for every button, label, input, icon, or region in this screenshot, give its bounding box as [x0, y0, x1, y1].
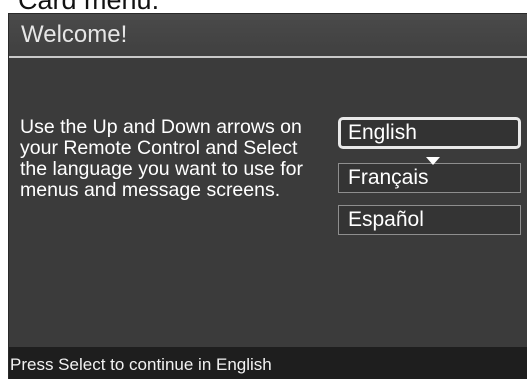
- down-arrow-icon: [426, 157, 440, 165]
- language-option-francais[interactable]: Français: [338, 163, 521, 193]
- welcome-screen: Welcome! Use the Up and Down arrows on y…: [8, 13, 527, 379]
- footer-hint: Press Select to continue in English: [10, 355, 272, 374]
- stage: Card menu. Welcome! Use the Up and Down …: [0, 0, 527, 379]
- title-bar: Welcome!: [9, 14, 527, 58]
- language-option-espanol[interactable]: Español: [338, 205, 521, 235]
- language-option-english[interactable]: English: [338, 117, 521, 149]
- instructions-text: Use the Up and Down arrows on your Remot…: [20, 116, 303, 201]
- footer-bar: Press Select to continue in English: [9, 347, 527, 379]
- screen-title: Welcome!: [21, 21, 128, 48]
- page-caption: Card menu.: [18, 0, 160, 15]
